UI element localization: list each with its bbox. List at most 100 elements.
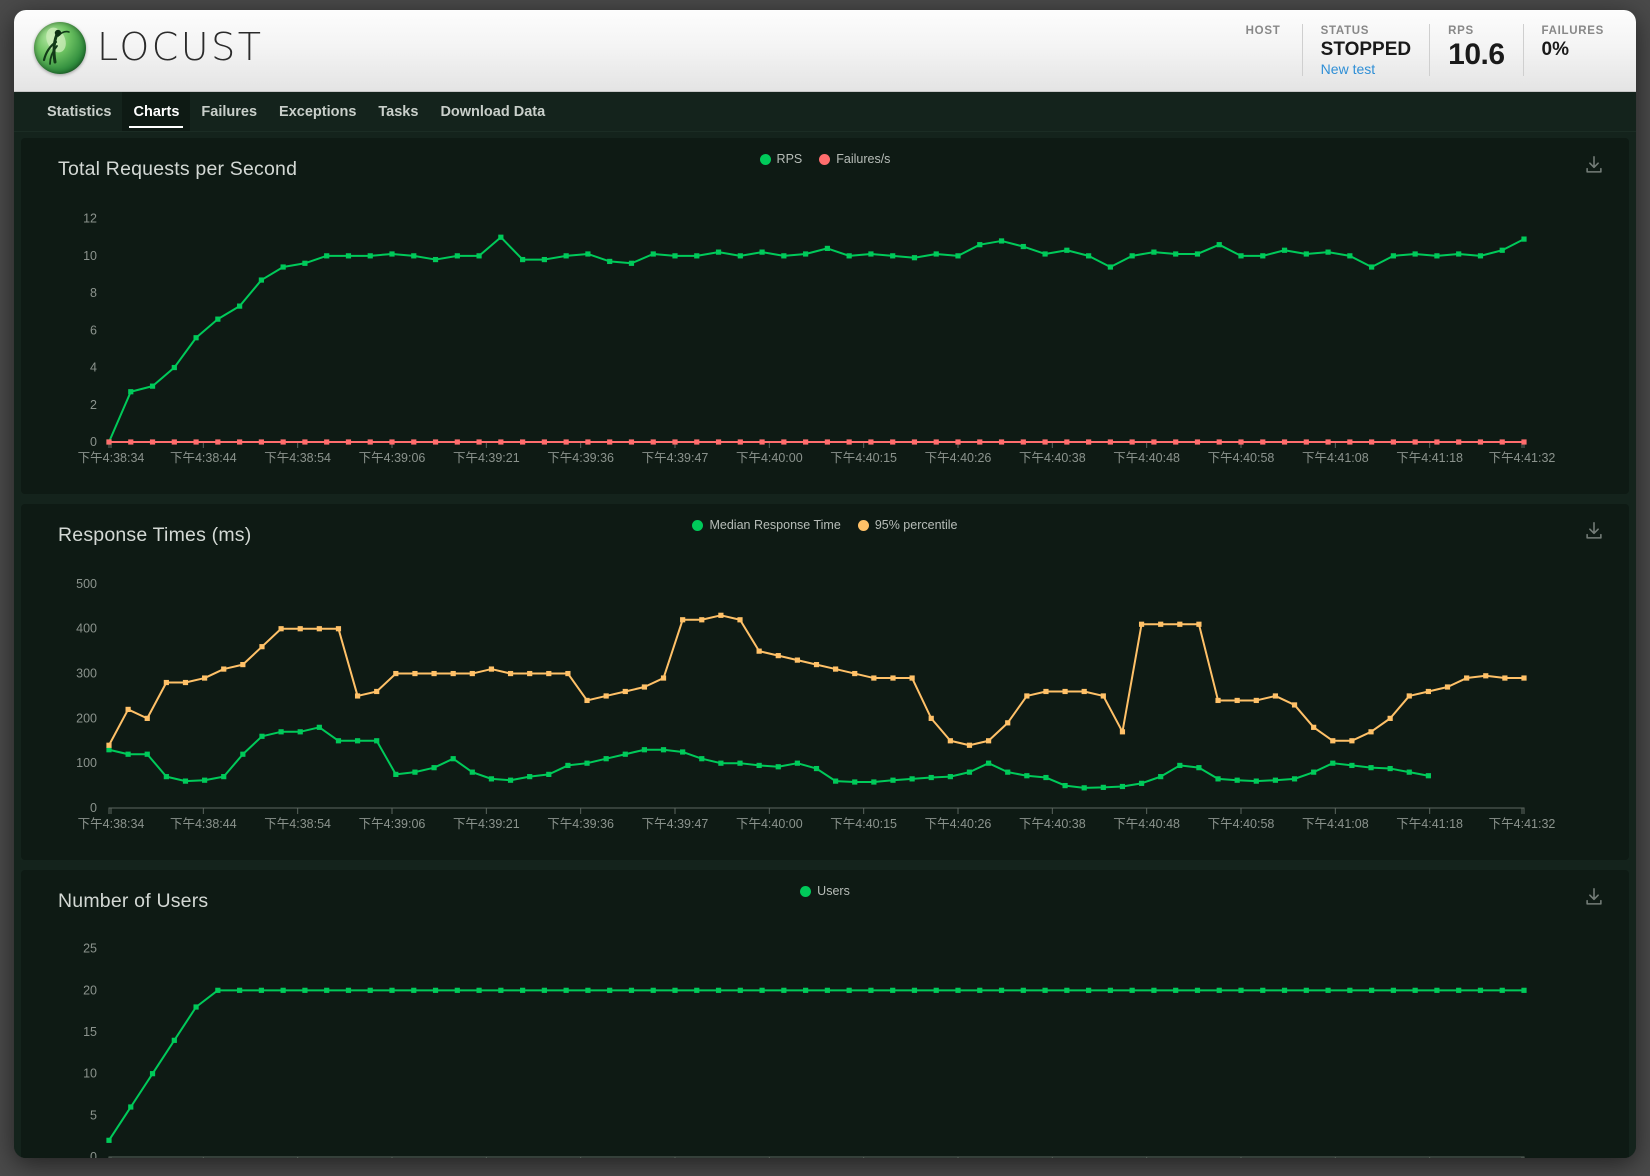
- status-state: STATUS STOPPED New test: [1301, 24, 1429, 78]
- chart-card-2: Response Times (ms) Median Response Time 9…: [21, 504, 1629, 860]
- legend-label: Users: [817, 884, 850, 898]
- legend-color-dot: [759, 153, 771, 165]
- nav-tab-tasks[interactable]: Tasks: [367, 92, 429, 131]
- status-state-value: STOPPED: [1320, 39, 1412, 60]
- svg-text:25: 25: [83, 942, 97, 956]
- svg-text:4: 4: [90, 361, 97, 375]
- chart-plot-area[interactable]: 0 100 200 300 400 500 下午4:38:34 下午4:38:44 下午4:38…: [31, 552, 1619, 852]
- nav-tab-exceptions[interactable]: Exceptions: [268, 92, 367, 131]
- download-icon[interactable]: [1583, 154, 1605, 176]
- legend-item-95-percentile[interactable]: 95% percentile: [857, 518, 958, 532]
- nav-tab-statistics[interactable]: Statistics: [36, 92, 122, 131]
- chart-legend: Median Response Time 95% percentile: [31, 518, 1619, 532]
- svg-text:20: 20: [83, 983, 97, 997]
- legend-item-median-response-time[interactable]: Median Response Time: [692, 518, 841, 532]
- svg-text:下午4:41:18: 下午4:41:18: [1396, 817, 1463, 831]
- status-rps: RPS 10.6: [1429, 24, 1522, 76]
- svg-text:下午4:39:47: 下午4:39:47: [642, 451, 709, 465]
- svg-text:12: 12: [83, 212, 97, 226]
- download-icon[interactable]: [1583, 886, 1605, 908]
- chart-plot-area[interactable]: 0 2 4 6 8 10 12 下午4:38:34 下午4:38:44 下午4:38:54 下午4:…: [31, 186, 1619, 486]
- svg-text:下午4:40:58: 下午4:40:58: [1208, 817, 1275, 831]
- svg-text:下午4:41:08: 下午4:41:08: [1302, 451, 1369, 465]
- svg-text:500: 500: [76, 577, 97, 591]
- legend-color-dot: [800, 885, 812, 897]
- browser-window: LOCUST HOST STATUS STOPPED New test RPS …: [14, 10, 1636, 1158]
- locust-logo-icon: [34, 22, 86, 74]
- status-rps-value: 10.6: [1448, 38, 1505, 71]
- status-failures-value: 0%: [1541, 39, 1569, 60]
- status-host-label: HOST: [1245, 25, 1281, 37]
- svg-text:15: 15: [83, 1025, 97, 1039]
- svg-text:10: 10: [83, 249, 97, 263]
- chart-card-3: Number of UsersUsers0510152025下午4:38:34下…: [21, 870, 1629, 1158]
- svg-text:2: 2: [90, 398, 97, 412]
- svg-text:6: 6: [90, 323, 97, 337]
- svg-text:下午4:40:00: 下午4:40:00: [736, 817, 803, 831]
- nav-tab-label: Statistics: [47, 103, 112, 120]
- chart-legend: Users: [31, 884, 1619, 898]
- chart-card-1: Total Requests per Second RPS Failures/s 0 2…: [21, 138, 1629, 494]
- nav-tab-label: Download Data: [440, 103, 546, 120]
- chart-header: Response Times (ms) Median Response Time 9…: [31, 518, 1619, 552]
- status-rps-label: RPS: [1448, 25, 1474, 37]
- svg-text:下午4:39:06: 下午4:39:06: [359, 451, 426, 465]
- svg-text:下午4:40:38: 下午4:40:38: [1019, 817, 1086, 831]
- svg-text:下午4:41:18: 下午4:41:18: [1396, 451, 1463, 465]
- app-header: LOCUST HOST STATUS STOPPED New test RPS …: [14, 10, 1636, 92]
- svg-text:下午4:38:54: 下午4:38:54: [264, 451, 331, 465]
- svg-text:下午4:39:36: 下午4:39:36: [547, 451, 614, 465]
- svg-text:下午4:40:00: 下午4:40:00: [736, 451, 803, 465]
- legend-item-users[interactable]: Users: [800, 884, 850, 898]
- svg-text:0: 0: [90, 801, 97, 815]
- legend-item-failures-s[interactable]: Failures/s: [819, 152, 890, 166]
- svg-text:下午4:38:44: 下午4:38:44: [170, 451, 237, 465]
- nav-tab-failures[interactable]: Failures: [190, 92, 268, 131]
- main-nav: Statistics Charts Failures Exceptions Tasks D…: [14, 92, 1636, 132]
- charts-content: Total Requests per Second RPS Failures/s 0 2…: [14, 132, 1636, 1158]
- nav-tab-label: Exceptions: [279, 103, 357, 120]
- svg-text:下午4:41:32: 下午4:41:32: [1489, 451, 1556, 465]
- svg-text:下午4:41:08: 下午4:41:08: [1302, 817, 1369, 831]
- legend-label: 95% percentile: [874, 518, 958, 532]
- svg-text:下午4:38:54: 下午4:38:54: [264, 817, 331, 831]
- svg-text:8: 8: [90, 286, 97, 300]
- download-icon[interactable]: [1583, 520, 1605, 542]
- chart-legend: RPS Failures/s: [31, 152, 1619, 166]
- chart-header: Total Requests per Second RPS Failures/s: [31, 152, 1619, 186]
- svg-text:下午4:38:34: 下午4:38:34: [78, 451, 145, 465]
- legend-color-dot: [857, 519, 869, 531]
- status-state-label: STATUS: [1320, 25, 1370, 37]
- svg-text:下午4:39:21: 下午4:39:21: [453, 817, 520, 831]
- svg-text:300: 300: [76, 667, 97, 681]
- svg-text:下午4:39:06: 下午4:39:06: [359, 817, 426, 831]
- nav-tab-label: Charts: [133, 103, 180, 120]
- svg-text:100: 100: [76, 756, 97, 770]
- svg-text:下午4:40:58: 下午4:40:58: [1208, 451, 1275, 465]
- svg-text:下午4:39:21: 下午4:39:21: [453, 451, 520, 465]
- legend-item-rps[interactable]: RPS: [759, 152, 803, 166]
- svg-text:下午4:39:36: 下午4:39:36: [547, 817, 614, 831]
- svg-text:下午4:40:15: 下午4:40:15: [830, 817, 897, 831]
- nav-tab-charts[interactable]: Charts: [122, 92, 191, 131]
- chart-header: Number of Users Users: [31, 884, 1619, 918]
- svg-text:下午4:38:34: 下午4:38:34: [78, 817, 145, 831]
- svg-text:下午4:40:15: 下午4:40:15: [830, 451, 897, 465]
- legend-label: RPS: [776, 152, 803, 166]
- nav-tab-label: Failures: [201, 103, 258, 120]
- svg-text:10: 10: [83, 1067, 97, 1081]
- svg-text:0: 0: [90, 1150, 97, 1158]
- brand: LOCUST: [14, 10, 263, 74]
- chart-plot-area[interactable]: 0510152025下午4:38:34下午4:38:44下午4:38:54下午4…: [31, 918, 1619, 1158]
- legend-label: Failures/s: [836, 152, 891, 166]
- legend-label: Median Response Time: [709, 518, 841, 532]
- legend-color-dot: [692, 519, 704, 531]
- brand-name: LOCUST: [97, 24, 264, 69]
- status-host: HOST: [1228, 24, 1302, 76]
- nav-tab-download-data[interactable]: Download Data: [429, 92, 556, 131]
- svg-text:下午4:41:32: 下午4:41:32: [1489, 817, 1556, 831]
- new-test-link[interactable]: New test: [1321, 61, 1411, 78]
- status-failures: FAILURES 0%: [1522, 24, 1622, 76]
- svg-text:200: 200: [76, 711, 97, 725]
- screen: LOCUST HOST STATUS STOPPED New test RPS …: [0, 0, 1650, 1176]
